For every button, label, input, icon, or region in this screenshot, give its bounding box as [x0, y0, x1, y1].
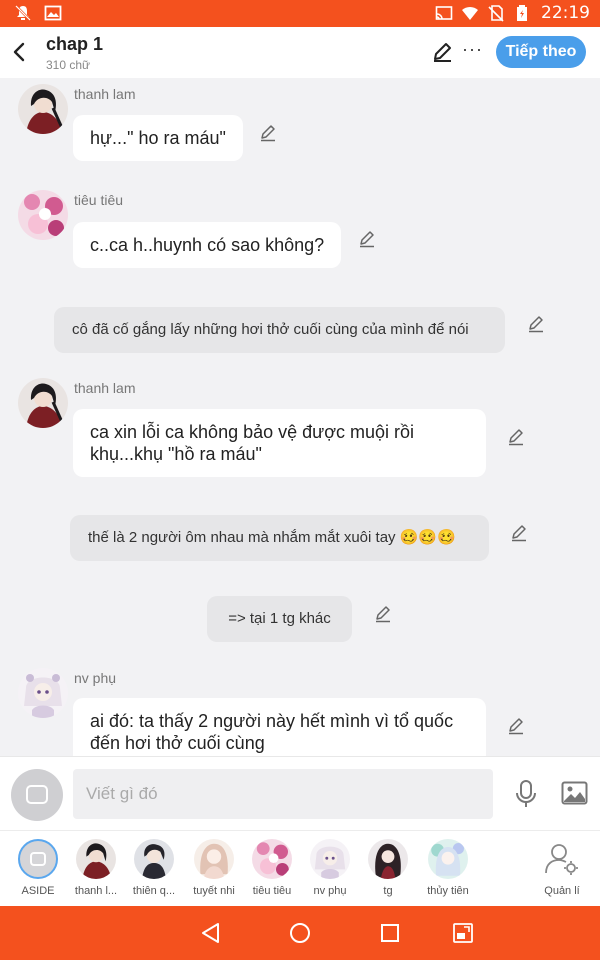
- edit-message-icon[interactable]: [507, 428, 525, 446]
- avatar-image: [18, 668, 68, 718]
- nav-home-icon[interactable]: [288, 921, 312, 945]
- avatar: [428, 839, 468, 879]
- message-bubble[interactable]: ca xin lỗi ca không bảo vệ được muội rồi…: [73, 409, 486, 477]
- notifications-off-icon: [15, 5, 31, 21]
- microphone-icon[interactable]: [514, 779, 538, 809]
- cast-icon: [435, 6, 453, 20]
- character-aside[interactable]: ASIDE: [8, 839, 68, 897]
- manage-label: Quản lí: [544, 885, 580, 897]
- character-thuy-tien[interactable]: thủy tiên: [418, 839, 478, 897]
- edit-message-icon[interactable]: [259, 124, 277, 142]
- character-tieu-tieu[interactable]: tiêu tiêu: [242, 839, 302, 897]
- sender-name: tiêu tiêu: [74, 192, 124, 208]
- sender-name: nv phụ: [74, 670, 117, 686]
- avatar-nv-phu[interactable]: [18, 668, 68, 718]
- avatar-image: [18, 84, 68, 134]
- character-tg[interactable]: tg: [358, 839, 418, 897]
- aside-toggle-button[interactable]: [11, 769, 63, 821]
- edit-message-icon[interactable]: [527, 315, 545, 333]
- next-chapter-button[interactable]: Tiếp theo: [496, 36, 586, 68]
- message-input[interactable]: [73, 769, 493, 819]
- character-label: thanh l...: [74, 885, 118, 897]
- edit-pencil-icon[interactable]: [431, 41, 453, 63]
- message-bubble[interactable]: ai đó: ta thấy 2 người này hết mình vì t…: [73, 698, 486, 756]
- chat-area[interactable]: thanh lam hự..." ho ra máu" tiêu tiêu c.…: [0, 78, 600, 756]
- nav-screenshot-icon[interactable]: [451, 921, 475, 945]
- insert-image-icon[interactable]: [561, 781, 588, 805]
- narration-icon: [26, 785, 48, 804]
- message-bubble[interactable]: hự..." ho ra máu": [73, 115, 243, 161]
- character-nv-phu[interactable]: nv phụ: [300, 839, 360, 897]
- character-thien-q[interactable]: thiên q...: [124, 839, 184, 897]
- system-navigation-bar: [0, 906, 600, 960]
- nav-recents-icon[interactable]: [378, 921, 402, 945]
- character-selector: ASIDE thanh l... thiên q... tuyết nhi ti…: [0, 830, 600, 906]
- message-input-bar: [0, 756, 600, 830]
- avatar-thanh-lam[interactable]: [18, 84, 68, 134]
- more-options-icon[interactable]: ···: [462, 39, 483, 60]
- sender-name: thanh lam: [74, 380, 136, 396]
- wifi-icon: [462, 6, 478, 20]
- aside-avatar: [18, 839, 58, 879]
- edit-message-icon[interactable]: [374, 605, 392, 623]
- character-label: ASIDE: [21, 885, 55, 897]
- avatar-image: [18, 378, 68, 428]
- status-time: 22:19: [541, 3, 590, 23]
- narration-bubble[interactable]: thế là 2 người ôm nhau mà nhắm mắt xuôi …: [70, 515, 489, 561]
- character-label: tg: [383, 885, 393, 897]
- image-icon: [44, 5, 62, 21]
- back-arrow-icon[interactable]: [8, 39, 32, 65]
- no-sim-icon: [488, 5, 504, 22]
- edit-message-icon[interactable]: [510, 524, 528, 542]
- avatar: [134, 839, 174, 879]
- avatar: [368, 839, 408, 879]
- narration-bubble[interactable]: => tại 1 tg khác: [207, 596, 352, 642]
- user-settings-icon: [545, 844, 578, 875]
- character-label: tiêu tiêu: [252, 885, 292, 897]
- avatar-tieu-tieu[interactable]: [18, 190, 68, 240]
- battery-icon: [517, 5, 527, 21]
- word-count: 310 chữ: [46, 58, 91, 72]
- character-thanh-lam[interactable]: thanh l...: [66, 839, 126, 897]
- sender-name: thanh lam: [74, 86, 136, 102]
- status-bar: 22:19: [0, 0, 600, 27]
- character-label: tuyết nhi: [193, 885, 235, 897]
- avatar: [194, 839, 234, 879]
- avatar-image: [18, 190, 68, 240]
- edit-message-icon[interactable]: [507, 717, 525, 735]
- avatar: [310, 839, 350, 879]
- chapter-header: chap 1 310 chữ ··· Tiếp theo: [0, 27, 600, 78]
- character-label: thiên q...: [132, 885, 176, 897]
- avatar: [76, 839, 116, 879]
- chapter-title[interactable]: chap 1: [46, 34, 103, 55]
- message-bubble[interactable]: c..ca h..huynh có sao không?: [73, 222, 342, 268]
- nav-back-icon[interactable]: [199, 921, 223, 945]
- character-label: thủy tiên: [427, 885, 469, 897]
- avatar-thanh-lam[interactable]: [18, 378, 68, 428]
- character-tuyet-nhi[interactable]: tuyết nhi: [184, 839, 244, 897]
- character-label: nv phụ: [313, 885, 347, 897]
- avatar: [252, 839, 292, 879]
- narration-bubble[interactable]: cô đã cố gắng lấy những hơi thở cuối cùn…: [54, 307, 505, 353]
- manage-characters-button[interactable]: Quản lí: [536, 839, 588, 897]
- edit-message-icon[interactable]: [358, 230, 376, 248]
